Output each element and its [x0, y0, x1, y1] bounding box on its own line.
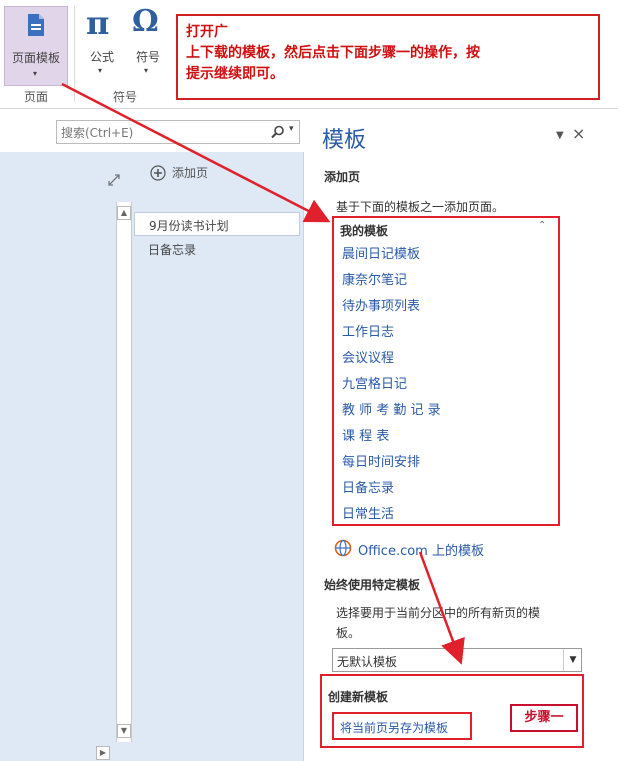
arrow-to-create-template — [418, 551, 465, 665]
arrow-to-my-templates — [61, 82, 331, 223]
annotation-arrows — [61, 82, 465, 665]
